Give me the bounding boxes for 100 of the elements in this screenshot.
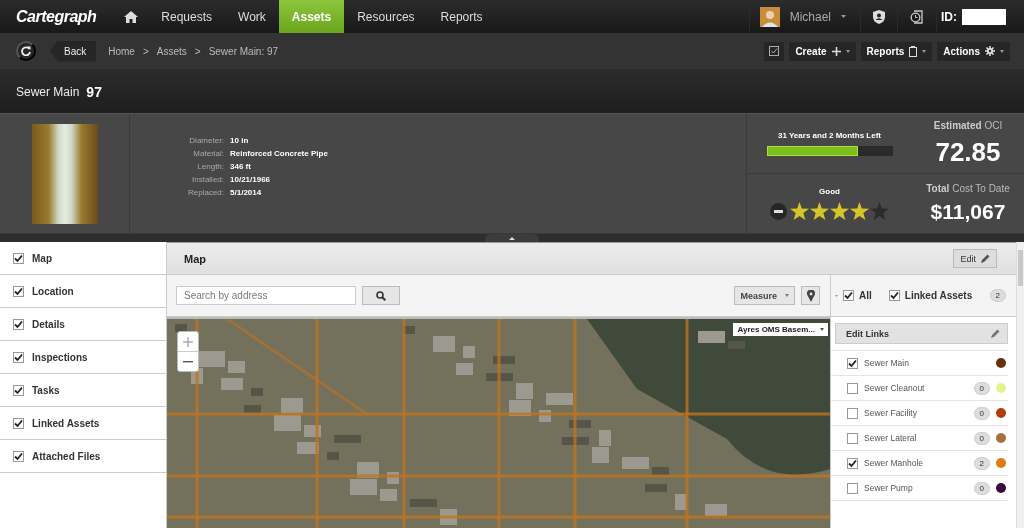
star-icon[interactable] <box>850 202 869 220</box>
search-icon <box>376 290 386 301</box>
attribute-value: 10 in <box>230 136 250 145</box>
nav-tab[interactable]: Work <box>225 0 279 33</box>
caret-icon <box>509 236 515 240</box>
attribute-label: Diameter: <box>188 136 225 145</box>
checkbox[interactable] <box>13 285 24 297</box>
edit-button[interactable]: Edit <box>953 249 997 268</box>
basemap-dropdown[interactable]: Ayres OMS Basem... <box>733 323 828 336</box>
checkbox[interactable] <box>847 457 858 469</box>
attribute-label: Installed: <box>191 175 225 184</box>
checkbox[interactable] <box>847 482 858 494</box>
attribute-value: 10/21/1966 <box>230 175 272 184</box>
star-icon[interactable] <box>790 202 809 220</box>
gear-icon <box>985 46 995 56</box>
linked-asset-row[interactable]: Sewer Facility 0 <box>831 400 1008 425</box>
id-label: ID: <box>941 9 957 24</box>
asset-type-label: Sewer Manhole <box>864 458 925 468</box>
user-name[interactable]: Michael <box>789 9 831 24</box>
section-toggle[interactable]: Location <box>0 275 166 308</box>
reports-button[interactable]: Reports <box>860 41 933 61</box>
asset-type-label: Sewer Pump <box>864 483 914 493</box>
breadcrumb-link[interactable]: Assets <box>156 45 187 57</box>
scrollbar[interactable] <box>1016 242 1024 528</box>
star-icon[interactable] <box>870 202 889 220</box>
checkbox[interactable] <box>847 382 858 394</box>
nav-tab[interactable]: Requests <box>148 0 226 33</box>
linked-asset-row[interactable]: Sewer Lateral 0 <box>831 425 1008 450</box>
panel-title: Map <box>184 252 207 265</box>
collapse-toggle[interactable] <box>485 234 539 242</box>
checkbox[interactable] <box>888 290 900 301</box>
checkbox[interactable] <box>13 450 24 462</box>
checkbox[interactable] <box>13 318 24 330</box>
asset-type-label: Sewer Cleanout <box>864 383 926 393</box>
section-toggle[interactable]: Map <box>0 242 166 275</box>
checkbox[interactable] <box>847 407 858 419</box>
section-toggle[interactable]: Linked Assets <box>0 407 166 440</box>
search-field[interactable]: Search by address <box>176 286 356 305</box>
refresh-icon <box>21 46 31 56</box>
id-field[interactable] <box>962 8 1006 25</box>
checkbox[interactable] <box>13 252 24 264</box>
checklist-button[interactable] <box>764 41 785 61</box>
count-badge: 0 <box>973 406 990 420</box>
clock-document-icon[interactable] <box>910 9 924 24</box>
caret-icon <box>1000 49 1004 53</box>
checkbox[interactable] <box>13 417 24 429</box>
avatar-icon[interactable] <box>759 6 780 27</box>
checkbox[interactable] <box>847 357 858 369</box>
breadcrumb-separator: > <box>194 45 201 57</box>
remaining-life-label: 31 Years and 2 Months Left <box>778 131 881 140</box>
count-badge: 0 <box>973 381 990 395</box>
count-badge: 2 <box>989 289 1006 302</box>
home-icon[interactable] <box>124 10 139 23</box>
edit-links-button[interactable]: Edit Links <box>835 323 1008 344</box>
refresh-button[interactable] <box>16 41 36 61</box>
linked-assets-toggle[interactable]: Linked Assets <box>888 290 985 301</box>
measure-dropdown[interactable]: Measure <box>734 286 795 305</box>
checkbox[interactable] <box>843 290 854 301</box>
linked-asset-row[interactable]: Sewer Main <box>831 350 1008 375</box>
section-toggle[interactable]: Attached Files <box>0 440 166 473</box>
star-icon[interactable] <box>830 202 849 220</box>
search-button[interactable] <box>362 286 400 305</box>
attribute-label: Material: <box>192 149 225 158</box>
star-icon[interactable] <box>810 202 829 220</box>
caret-icon[interactable] <box>841 15 846 18</box>
back-button[interactable]: Back <box>50 40 97 62</box>
breadcrumb-link[interactable]: Home <box>108 45 135 57</box>
attribute-label: Length: <box>196 162 225 171</box>
count-badge: 0 <box>973 431 990 445</box>
attribute-value: Reinforced Concrete Pipe <box>230 149 328 158</box>
actions-button[interactable]: Actions <box>937 41 1010 61</box>
checkbox[interactable] <box>847 432 858 444</box>
caret-icon <box>845 49 850 53</box>
caret-icon <box>922 49 927 53</box>
caret-icon <box>835 294 838 297</box>
checklist-icon <box>769 46 780 56</box>
linked-asset-row[interactable]: Sewer Pump 0 <box>831 475 1008 501</box>
checkbox[interactable] <box>13 351 24 363</box>
asset-number: 97 <box>86 83 102 100</box>
oci-label: Estimated OCI <box>933 119 1003 131</box>
attribute-value: 5/1/2014 <box>230 188 263 197</box>
nav-tab[interactable]: Resources <box>344 0 428 33</box>
create-button[interactable]: Create <box>789 41 856 61</box>
all-toggle[interactable]: All <box>843 290 872 301</box>
section-toggle[interactable]: Inspections <box>0 341 166 374</box>
nav-tab[interactable]: Reports <box>427 0 496 33</box>
section-toggle[interactable]: Details <box>0 308 166 341</box>
count-badge: 0 <box>973 481 990 495</box>
linked-asset-row[interactable]: Sewer Cleanout 0 <box>831 375 1008 400</box>
breadcrumb-separator: > <box>142 45 149 57</box>
checkbox[interactable] <box>13 384 24 396</box>
section-toggle[interactable]: Tasks <box>0 374 166 407</box>
clipboard-icon <box>909 45 918 57</box>
scrollbar-thumb[interactable] <box>1018 250 1023 286</box>
decrease-rating-button[interactable] <box>770 202 787 220</box>
count-badge: 2 <box>973 456 990 470</box>
zoom-out-icon[interactable] <box>183 360 193 363</box>
shield-icon[interactable] <box>873 9 885 24</box>
location-button[interactable] <box>801 286 820 305</box>
linked-asset-row[interactable]: Sewer Manhole 2 <box>831 450 1008 475</box>
